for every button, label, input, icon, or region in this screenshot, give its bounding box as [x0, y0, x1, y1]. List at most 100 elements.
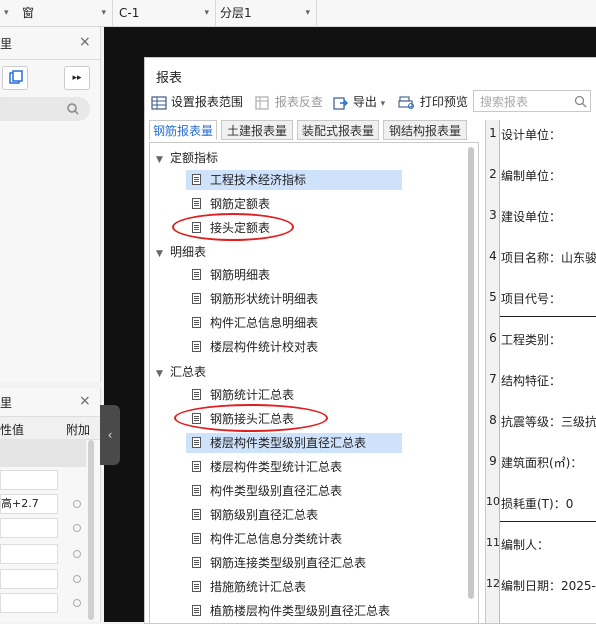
tree-item-label: 构件类型级别直径汇总表: [210, 484, 343, 498]
tab-rebar-report[interactable]: 钢筋报表量: [149, 120, 217, 140]
caret-down-icon: ▼: [156, 155, 163, 165]
row-number: 7: [489, 372, 497, 386]
tree-group-summary[interactable]: ▼ 汇总表: [156, 361, 206, 383]
component-type-select[interactable]: ▾ 窗 ▾: [0, 0, 113, 26]
dialog-title: 报表: [156, 71, 183, 86]
tab-label: 装配式报表量: [301, 124, 374, 138]
report-reverse-button[interactable]: 报表反查: [255, 92, 323, 112]
left-panel-top: 里 × ▸▸: [0, 27, 101, 382]
tree-item-grade-dia-summary[interactable]: 钢筋级别直径汇总表: [192, 505, 318, 525]
divider-line: [500, 316, 596, 317]
row-number: 10: [486, 495, 500, 508]
radio-icon[interactable]: [73, 575, 81, 583]
tree-item-floor-type-grade-dia-summary[interactable]: 楼层构件类型级别直径汇总表: [186, 433, 402, 453]
row-number: 8: [489, 413, 497, 427]
table-row[interactable]: [0, 470, 58, 490]
export-icon: [333, 96, 348, 110]
tab-label: 钢结构报表量: [388, 124, 461, 138]
report-preview[interactable]: 1 设计单位： 2 编制单位： 3 建设单位： 4 项目名称：山东骏 5 项目代…: [485, 120, 596, 623]
copy-icon: [9, 70, 23, 84]
tree-item-component-info-stat[interactable]: 构件汇总信息分类统计表: [192, 529, 342, 549]
tree-item-planted-rebar-summary[interactable]: 植筋楼层构件类型级别直径汇总表: [192, 601, 390, 621]
table-row[interactable]: [0, 593, 58, 613]
preview-cell: 建筑面积(㎡)：: [501, 456, 583, 470]
preview-cell: 损耗重(T)：0: [501, 497, 574, 511]
tree-item-component-summary-detail[interactable]: 构件汇总信息明细表: [192, 313, 318, 333]
tree-group-detail[interactable]: ▼ 明细表: [156, 241, 206, 263]
search-icon[interactable]: [574, 95, 587, 108]
tree-item-rebar-shape-detail[interactable]: 钢筋形状统计明细表: [192, 289, 318, 309]
document-icon: [192, 198, 201, 209]
radio-icon[interactable]: [73, 500, 81, 508]
row-number: 1: [489, 126, 497, 140]
tab-civil-report[interactable]: 土建报表量: [221, 120, 293, 140]
report-dialog: 报表 设置报表范围 报表反查 导出 ▾ 打印预览 钢筋报表量 土建报表量 装配式…: [144, 57, 596, 624]
row-number: 9: [489, 454, 497, 468]
preview-cell: 项目名称：山东骏: [501, 251, 596, 265]
tab-label: 钢筋报表量: [152, 124, 213, 138]
close-icon[interactable]: ×: [79, 393, 91, 409]
layer-select[interactable]: 分层1 ▾: [216, 0, 317, 26]
preview-cell: 建设单位：: [501, 210, 562, 224]
report-reverse-label: 报表反查: [274, 95, 323, 109]
tree-group-quota[interactable]: ▼ 定额指标: [156, 147, 218, 169]
table-row[interactable]: [0, 544, 58, 564]
report-search-box[interactable]: [473, 90, 591, 112]
row-number: 12: [486, 577, 500, 590]
close-icon[interactable]: ×: [79, 34, 91, 50]
table-row: [0, 439, 86, 467]
table-row[interactable]: 高+2.7: [0, 494, 58, 514]
report-search-input[interactable]: [478, 92, 572, 112]
tree-item-label: 措施筋统计汇总表: [210, 580, 307, 594]
tab-steel-report[interactable]: 钢结构报表量: [383, 120, 467, 140]
property-table-header: 性值 附加: [0, 416, 100, 440]
search-icon: [67, 103, 79, 115]
table-row[interactable]: [0, 518, 58, 538]
table-row[interactable]: [0, 569, 58, 589]
preview-cell: 项目代号：: [501, 292, 562, 306]
tree-item-floor-type-stat-summary[interactable]: 楼层构件类型统计汇总表: [192, 457, 342, 477]
tree-item-rebar-detail[interactable]: 钢筋明细表: [192, 265, 270, 285]
row-number: 4: [489, 249, 497, 263]
radio-icon[interactable]: [73, 550, 81, 558]
tree-item-type-grade-dia-summary[interactable]: 构件类型级别直径汇总表: [192, 481, 342, 501]
tree-item-label: 工程技术经济指标: [210, 173, 307, 187]
tree-item-rebar-quota[interactable]: 钢筋定额表: [192, 194, 270, 214]
document-icon: [192, 509, 201, 520]
tree-item-label: 植筋楼层构件类型级别直径汇总表: [210, 604, 391, 618]
row-number: 6: [489, 331, 497, 345]
document-icon: [192, 341, 201, 352]
column-header-value: 性值: [0, 423, 25, 437]
copy-button[interactable]: [2, 66, 28, 90]
tree-item-connection-type-summary[interactable]: 钢筋连接类型级别直径汇总表: [192, 553, 366, 573]
tree-item-label: 钢筋连接类型级别直径汇总表: [210, 556, 367, 570]
preview-cell: 设计单位：: [501, 128, 562, 142]
print-preview-label: 打印预览: [419, 95, 468, 109]
document-icon: [192, 437, 201, 448]
print-preview-button[interactable]: 打印预览: [398, 92, 468, 112]
radio-icon[interactable]: [73, 599, 81, 607]
divider-line: [500, 521, 596, 522]
preview-cell: 编制人：: [501, 538, 550, 552]
scrollbar[interactable]: [88, 440, 94, 620]
tab-prefab-report[interactable]: 装配式报表量: [297, 120, 379, 140]
panel-search-input[interactable]: [0, 97, 90, 121]
set-report-range-label: 设置报表范围: [170, 95, 243, 109]
tree-item-measure-rebar-summary[interactable]: 措施筋统计汇总表: [192, 577, 306, 597]
collapse-panel-button[interactable]: ‹: [100, 405, 120, 465]
export-button[interactable]: 导出 ▾: [333, 92, 385, 112]
tree-group-label: 明细表: [170, 245, 207, 259]
set-report-range-button[interactable]: 设置报表范围: [151, 92, 243, 112]
tree-scrollbar[interactable]: [468, 147, 474, 599]
table-icon: [151, 95, 167, 110]
caret-down-icon: ▼: [156, 249, 163, 259]
tree-item-label: 楼层构件类型级别直径汇总表: [210, 436, 367, 450]
tree-item-rebar-stat-summary[interactable]: 钢筋统计汇总表: [192, 385, 294, 405]
component-name-select[interactable]: C-1 ▾: [113, 0, 216, 26]
tree-item-floor-component-check[interactable]: 楼层构件统计校对表: [192, 337, 318, 357]
document-icon: [192, 557, 201, 568]
tree-item-tech-econ-index[interactable]: 工程技术经济指标: [186, 170, 402, 190]
more-button[interactable]: ▸▸: [64, 66, 90, 90]
radio-icon[interactable]: [73, 524, 81, 532]
tree-item-label: 楼层构件统计校对表: [210, 340, 319, 354]
